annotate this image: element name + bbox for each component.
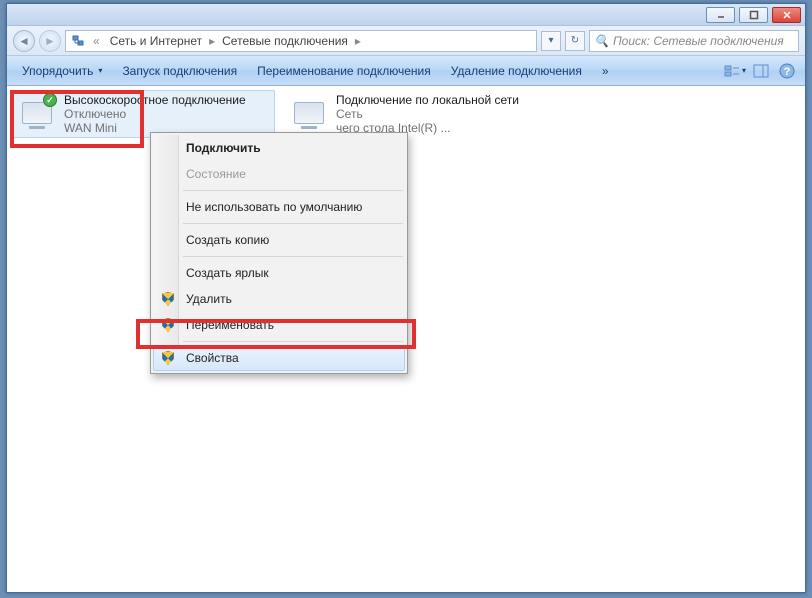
connection-status: Отключено bbox=[64, 107, 272, 121]
separator bbox=[183, 223, 403, 224]
minimize-button[interactable] bbox=[706, 7, 735, 23]
separator bbox=[183, 256, 403, 257]
separator bbox=[183, 341, 403, 342]
connection-high-speed[interactable]: ✓ Высокоскоростное подключение Отключено… bbox=[13, 90, 275, 138]
delete-connection-button[interactable]: Удаление подключения bbox=[442, 60, 591, 82]
rename-connection-button[interactable]: Переименование подключения bbox=[248, 60, 440, 82]
ctx-not-default[interactable]: Не использовать по умолчанию bbox=[153, 194, 405, 220]
shield-icon bbox=[160, 317, 176, 333]
crumb-level2[interactable]: Сетевые подключения bbox=[219, 34, 351, 48]
ctx-create-shortcut[interactable]: Создать ярлык bbox=[153, 260, 405, 286]
ctx-properties[interactable]: Свойства bbox=[153, 345, 405, 371]
refresh-button[interactable]: ↻ bbox=[565, 31, 585, 51]
ctx-delete[interactable]: Удалить bbox=[153, 286, 405, 312]
help-button[interactable]: ? bbox=[775, 60, 799, 82]
network-icon bbox=[70, 33, 86, 49]
separator bbox=[183, 190, 403, 191]
shield-icon bbox=[160, 291, 176, 307]
ctx-connect[interactable]: Подключить bbox=[153, 135, 405, 161]
connection-status: Сеть bbox=[336, 107, 544, 121]
organize-menu[interactable]: Упорядочить bbox=[13, 60, 111, 82]
start-connection-button[interactable]: Запуск подключения bbox=[113, 60, 246, 82]
search-icon: 🔍 bbox=[594, 34, 609, 48]
address-bar: ◄ ► « Сеть и Интернет ▸ Сетевые подключе… bbox=[7, 26, 805, 56]
close-button[interactable] bbox=[772, 7, 801, 23]
titlebar bbox=[7, 4, 805, 26]
status-badge-icon: ✓ bbox=[43, 93, 57, 107]
search-placeholder: Поиск: Сетевые подключения bbox=[613, 34, 784, 48]
forward-button[interactable]: ► bbox=[39, 30, 61, 52]
search-input[interactable]: 🔍 Поиск: Сетевые подключения bbox=[589, 30, 799, 52]
connection-lan[interactable]: Подключение по локальной сети Сеть чего … bbox=[285, 90, 547, 138]
ctx-rename[interactable]: Переименовать bbox=[153, 312, 405, 338]
command-bar: Упорядочить Запуск подключения Переимено… bbox=[7, 56, 805, 86]
address-dropdown[interactable]: ▾ bbox=[541, 31, 561, 51]
context-menu: Подключить Состояние Не использовать по … bbox=[150, 132, 408, 374]
view-options-button[interactable]: ▾ bbox=[723, 60, 747, 82]
toolbar-overflow[interactable]: » bbox=[593, 60, 618, 82]
connection-icon: ✓ bbox=[16, 93, 58, 133]
connection-icon bbox=[288, 93, 330, 133]
maximize-button[interactable] bbox=[739, 7, 768, 23]
connection-title: Высокоскоростное подключение bbox=[64, 93, 272, 107]
ctx-status: Состояние bbox=[153, 161, 405, 187]
breadcrumb[interactable]: « Сеть и Интернет ▸ Сетевые подключения … bbox=[65, 30, 537, 52]
back-button[interactable]: ◄ bbox=[13, 30, 35, 52]
ctx-create-copy[interactable]: Создать копию bbox=[153, 227, 405, 253]
preview-pane-button[interactable] bbox=[749, 60, 773, 82]
shield-icon bbox=[160, 350, 176, 366]
svg-text:?: ? bbox=[784, 66, 791, 78]
connection-title: Подключение по локальной сети bbox=[336, 93, 544, 107]
crumb-level1[interactable]: Сеть и Интернет bbox=[107, 34, 205, 48]
